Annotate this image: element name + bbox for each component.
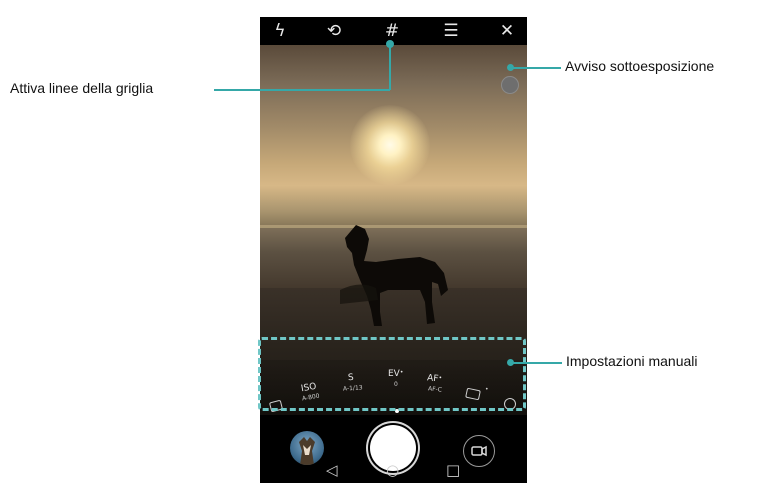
camera-top-bar: ϟ ⟲ # ☰ ✕ — [260, 17, 527, 45]
phone-screen: ϟ ⟲ # ☰ ✕ ISO A-800 S A-1/13 EV• 0 AF• A… — [260, 17, 527, 483]
recent-apps-icon[interactable]: □ — [446, 461, 460, 479]
leader-line-grid — [214, 89, 390, 91]
underexposure-warning-icon[interactable] — [501, 76, 519, 94]
rotate-camera-icon[interactable]: ⟲ — [323, 21, 345, 41]
callout-grid-lines: Attiva linee della griglia — [10, 80, 154, 96]
grid-icon[interactable]: # — [381, 21, 403, 41]
leader-line-grid-vertical — [389, 44, 391, 90]
manual-settings-highlight — [258, 337, 526, 411]
home-icon[interactable]: ○ — [386, 461, 399, 479]
close-icon[interactable]: ✕ — [496, 21, 518, 41]
underexposure-pointer-dot — [507, 64, 514, 71]
android-nav-bar: ◁ ○ □ — [260, 457, 527, 483]
menu-icon[interactable]: ☰ — [440, 21, 462, 41]
callout-underexposure: Avviso sottoesposizione — [565, 58, 715, 74]
manual-pointer-dot — [507, 359, 514, 366]
flash-off-icon[interactable]: ϟ — [269, 21, 291, 41]
leader-line-manual — [511, 362, 562, 364]
dog-silhouette — [340, 225, 448, 326]
back-icon[interactable]: ◁ — [326, 461, 338, 479]
grid-pointer-dot — [386, 40, 394, 48]
leader-line-underexposure — [511, 67, 561, 69]
callout-manual-settings: Impostazioni manuali — [566, 353, 698, 369]
sun — [350, 105, 430, 185]
